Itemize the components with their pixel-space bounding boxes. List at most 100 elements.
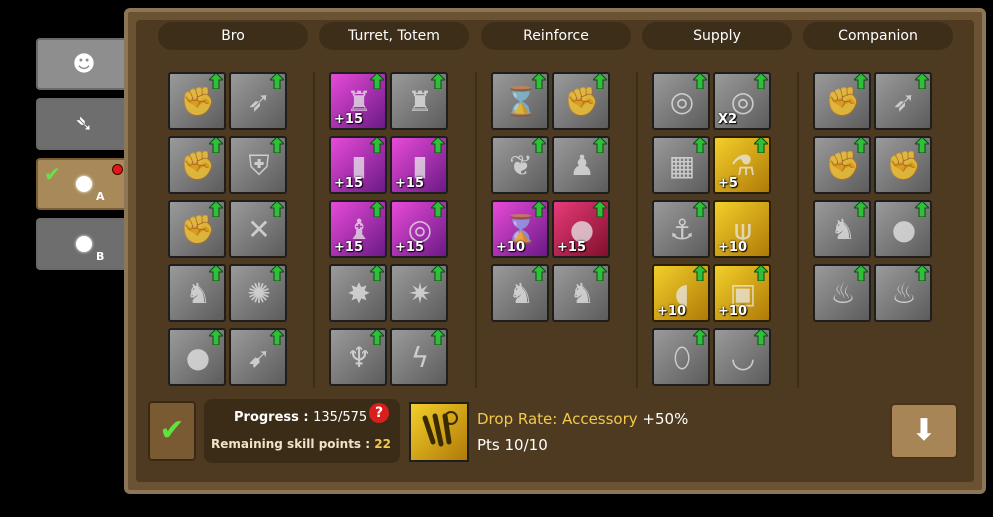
bro-face-icon: ☻ xyxy=(72,52,96,77)
skill-slot[interactable]: ✊ xyxy=(813,72,871,130)
skill-slot[interactable]: ♞ xyxy=(168,264,226,322)
skill-level-label: +15 xyxy=(334,176,363,191)
upgrade-arrow-icon xyxy=(852,138,869,154)
upgrade-arrow-icon xyxy=(368,74,385,90)
skill-slot[interactable]: ✕ xyxy=(229,200,287,258)
skill-level-label: +10 xyxy=(718,240,747,255)
skill-slot[interactable]: ➹ xyxy=(229,328,287,386)
upgrade-arrow-icon xyxy=(268,266,285,282)
skill-slot[interactable]: ➶ xyxy=(874,72,932,130)
skill-level-label: +10 xyxy=(496,240,525,255)
upgrade-arrow-icon xyxy=(913,266,930,282)
skill-slot[interactable]: ◎ xyxy=(652,72,710,130)
skill-level-label: X2 xyxy=(718,112,738,127)
column-separator xyxy=(313,72,315,388)
column-separator xyxy=(636,72,638,388)
column-header-bro: Bro xyxy=(158,22,308,50)
skill-slot[interactable]: ◎ X2 xyxy=(713,72,771,130)
skill-slot[interactable]: ▮ +15 xyxy=(329,136,387,194)
skill-slot[interactable]: ◎ +15 xyxy=(390,200,448,258)
upgrade-arrow-icon xyxy=(691,266,708,282)
skill-slot[interactable]: ● xyxy=(168,328,226,386)
notification-dot xyxy=(112,164,123,175)
skill-slot[interactable]: ▮ +15 xyxy=(390,136,448,194)
skill-slot[interactable]: ♜ xyxy=(390,72,448,130)
skill-slot[interactable]: ◖ +10 xyxy=(652,264,710,322)
checkmark-icon: ✔ xyxy=(159,413,185,448)
skill-slot[interactable]: ♨ xyxy=(813,264,871,322)
skill-slot[interactable]: ✺ xyxy=(229,264,287,322)
tab-preset-a[interactable]: ✔ A xyxy=(36,158,132,210)
skill-slot[interactable]: ● xyxy=(874,200,932,258)
skill-slot[interactable]: ● +15 xyxy=(552,200,610,258)
upgrade-arrow-icon xyxy=(429,266,446,282)
upgrade-arrow-icon xyxy=(368,330,385,346)
checkmark-icon: ✔ xyxy=(44,162,61,186)
skill-slot[interactable]: ▦ xyxy=(652,136,710,194)
skill-slot[interactable]: ⛨ xyxy=(229,136,287,194)
column-header-reinforce: Reinforce xyxy=(481,22,631,50)
tab-preset-b[interactable]: B xyxy=(36,218,132,270)
skill-slot[interactable]: ⚓ xyxy=(652,200,710,258)
skill-slot[interactable]: ψ +10 xyxy=(713,200,771,258)
skill-slot[interactable]: ♞ xyxy=(552,264,610,322)
skill-slot[interactable]: ϟ xyxy=(390,328,448,386)
confirm-button[interactable]: ✔ xyxy=(148,401,196,461)
skill-slot[interactable]: ❦ xyxy=(491,136,549,194)
upgrade-arrow-icon xyxy=(368,202,385,218)
tab-preset-label: A xyxy=(96,190,105,203)
skill-slot[interactable]: ✊ xyxy=(168,72,226,130)
skill-slot[interactable]: ⬯ xyxy=(652,328,710,386)
upgrade-arrow-icon xyxy=(913,202,930,218)
skill-slot[interactable]: ♞ xyxy=(491,264,549,322)
skill-slot[interactable]: ♨ xyxy=(874,264,932,322)
skill-level-label: +15 xyxy=(334,240,363,255)
skill-slot[interactable]: ⌛ +10 xyxy=(491,200,549,258)
skill-slot[interactable]: ✊ xyxy=(552,72,610,130)
skill-slot[interactable]: ✊ xyxy=(168,200,226,258)
upgrade-arrow-icon xyxy=(207,138,224,154)
upgrade-arrow-icon xyxy=(268,138,285,154)
skill-slot[interactable]: ✸ xyxy=(329,264,387,322)
skill-slot[interactable]: ♞ xyxy=(813,200,871,258)
progress-label: Progress : xyxy=(234,410,314,425)
upgrade-arrow-icon xyxy=(368,138,385,154)
tab-bro[interactable]: ☻ xyxy=(36,38,132,90)
down-arrow-button[interactable]: ⬇ xyxy=(890,403,958,459)
skill-slot[interactable]: ⚗ +5 xyxy=(713,136,771,194)
skill-slot[interactable]: ✊ xyxy=(813,136,871,194)
upgrade-arrow-icon xyxy=(207,266,224,282)
skill-slot[interactable]: ♝ +15 xyxy=(329,200,387,258)
upgrade-arrow-icon xyxy=(752,330,769,346)
upgrade-arrow-icon xyxy=(691,74,708,90)
selected-skill-bonus: +50% xyxy=(642,410,689,428)
skill-slot[interactable]: ✊ xyxy=(168,136,226,194)
skill-slot[interactable]: ➶ xyxy=(229,72,287,130)
upgrade-arrow-icon xyxy=(530,266,547,282)
skill-slot[interactable]: ✊ xyxy=(874,136,932,194)
upgrade-arrow-icon xyxy=(530,202,547,218)
skill-slot[interactable]: ♜ +15 xyxy=(329,72,387,130)
upgrade-arrow-icon xyxy=(913,138,930,154)
skill-slot[interactable]: ▣ +10 xyxy=(713,264,771,322)
skill-level-label: +15 xyxy=(395,176,424,191)
remaining-value: 22 xyxy=(374,437,391,451)
upgrade-arrow-icon xyxy=(852,74,869,90)
column-separator xyxy=(797,72,799,388)
skill-level-label: +10 xyxy=(718,304,747,319)
column-header-supply: Supply xyxy=(642,22,792,50)
upgrade-arrow-icon xyxy=(268,74,285,90)
progress-text: Progress : 135/575 xyxy=(234,410,367,425)
skill-slot[interactable]: ⌛ xyxy=(491,72,549,130)
tab-lightning[interactable]: ➴ xyxy=(36,98,132,150)
skill-slot[interactable]: ♆ xyxy=(329,328,387,386)
skill-slot[interactable]: ✷ xyxy=(390,264,448,322)
upgrade-arrow-icon xyxy=(207,330,224,346)
skill-slot[interactable]: ♟ xyxy=(552,136,610,194)
selected-skill-points: Pts 10/10 xyxy=(477,436,548,454)
upgrade-arrow-icon xyxy=(530,74,547,90)
progress-value: 135/575 xyxy=(313,410,368,425)
skill-slot[interactable]: ◡ xyxy=(713,328,771,386)
help-icon[interactable]: ? xyxy=(369,403,389,423)
upgrade-arrow-icon xyxy=(268,202,285,218)
